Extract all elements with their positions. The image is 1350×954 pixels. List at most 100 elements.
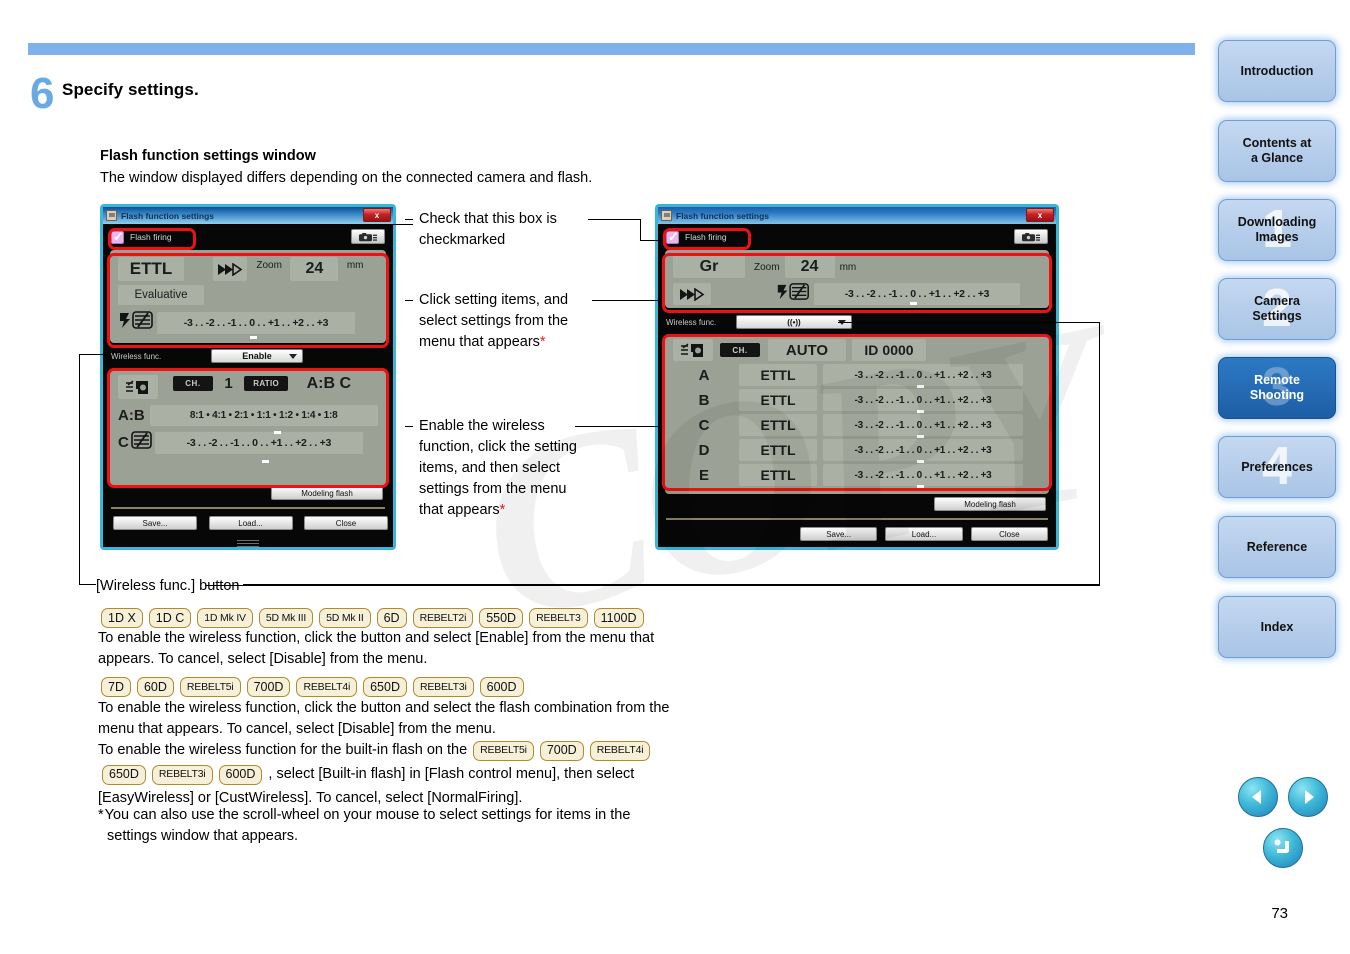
group-row: D ETTL -3 . . -2 . . -1 . . 0 . . +1 . . +… [673,439,1041,463]
camera-model-badge: 600D [479,677,524,697]
camera-model-badge: 700D [539,740,584,761]
group-exposure-scale[interactable]: -3 . . -2 . . -1 . . 0 . . +1 . . +2 . .… [823,439,1023,463]
flash-mode-field-right[interactable]: Gr [673,256,745,278]
metering-field-left[interactable]: Evaluative [118,285,204,305]
previous-page-button[interactable] [1238,777,1278,817]
group-row: A ETTL -3 . . -2 . . -1 . . 0 . . +1 . . +… [673,364,1041,388]
flash-firing-checkbox-right[interactable] [666,229,679,245]
footnote-line-1: You can also use the scroll-wheel on you… [104,807,631,823]
flash-exp-comp-icon [120,311,153,329]
camera-settings-icon-right[interactable] [1014,229,1048,244]
group-mode-field[interactable]: ETTL [739,389,817,411]
flash-window-icon [106,210,117,221]
channel-value-right[interactable]: AUTO [768,339,846,361]
camera-model-badge: REBELT3i [412,677,474,697]
wireless-func-button-left[interactable]: Enable [211,349,303,363]
close-button-right[interactable]: Close [970,527,1048,541]
sidebar-item-introduction[interactable]: Introduction [1218,40,1336,102]
wireless-settings-panel-left[interactable]: CH. 1 RATIO A:B C A:B 8:1 • 4:1 • 2:1 • … [110,368,386,486]
group-exposure-scale[interactable]: -3 . . -2 . . -1 . . 0 . . +1 . . +2 . .… [823,364,1023,388]
group-mode-field[interactable]: ETTL [739,364,817,386]
zoom-value-right[interactable]: 24 [784,256,835,278]
sidebar-item-label: Reference [1246,539,1308,554]
group-mode-field[interactable]: ETTL [739,414,817,436]
group-rows-right: A ETTL -3 . . -2 . . -1 . . 0 . . +1 . . +… [673,364,1041,488]
dialog-title-right: Flash function settings [676,210,770,221]
flash-firing-row-right[interactable]: Flash firing [658,224,1056,250]
sidebar-item-reference[interactable]: Reference [1218,516,1336,578]
modeling-flash-button-left[interactable]: Modeling flash [271,486,383,500]
dialog-buttons-right: Save... Load... Close [800,527,1048,541]
camera-settings-icon-left[interactable] [351,229,385,244]
sidebar-item-index[interactable]: Index [1218,596,1336,658]
close-icon[interactable]: x [363,208,391,222]
camera-model-badge: REBELT5i [179,677,241,697]
sidebar-item-label: Preferences [1241,459,1313,474]
master-flash-icon [126,379,148,394]
scale-marker [917,485,924,488]
sidebar-item-remote-shooting[interactable]: 3 Remote Shooting [1218,357,1336,419]
flash-function-settings-dialog-left[interactable]: Flash function settings x Flash firing E… [100,204,396,550]
flash-firing-checkbox-left[interactable] [111,229,124,245]
modeling-flash-button-right[interactable]: Modeling flash [934,497,1046,511]
group-exposure-scale[interactable]: -3 . . -2 . . -1 . . 0 . . +1 . . +2 . .… [823,414,1023,438]
group-letter: A [698,366,710,384]
group-letter: C [698,416,710,434]
sidebar-item-downloading-images[interactable]: 1 Downloading Images [1218,199,1336,261]
camera-model-badge: 60D [136,677,174,697]
channel-value-left[interactable]: 1 [224,375,232,392]
group-letter: E [698,466,709,484]
shutter-sync-icon-left[interactable] [212,257,247,281]
flash-settings-panel-left[interactable]: ETTL Zoom 24 mm Evaluative -3 . . -2 . .… [110,250,386,343]
close-icon[interactable]: x [1026,208,1054,222]
group-exposure-scale[interactable]: -3 . . -2 . . -1 . . 0 . . +1 . . +2 . .… [823,389,1023,413]
group-exposure-scale[interactable]: -3 . . -2 . . -1 . . 0 . . +1 . . +2 . .… [823,464,1023,488]
wireless-func-button-right[interactable]: ((•)) [736,315,852,329]
shutter-sync-icon-right[interactable] [673,283,711,305]
body-text-2: To enable the wireless function, click t… [98,698,669,740]
save-button-left[interactable]: Save... [113,516,197,530]
zoom-value-left[interactable]: 24 [290,257,339,281]
chevron-down-icon [289,354,297,359]
sidebar-item-contents-at-a-glance[interactable]: Contents at a Glance [1218,120,1336,182]
load-button-left[interactable]: Load... [208,516,293,530]
sidebar-item-label: Index [1260,619,1294,634]
wireless-func-row-left[interactable]: Wireless func. Enable [103,348,393,365]
resize-grip-left[interactable] [237,540,259,547]
flash-settings-panel-right[interactable]: Gr Zoom 24 mm -3 . . -2 . . -1 . . 0 . .… [665,250,1049,308]
flash-exposure-scale-right[interactable]: -3 . . -2 . . -1 . . 0 . . +1 . . +2 . .… [814,283,1020,305]
next-page-button[interactable] [1288,777,1328,817]
flash-function-settings-dialog-right[interactable]: Flash function settings x Flash firing G… [655,204,1059,550]
flash-exposure-scale-left[interactable]: -3 . . -2 . . -1 . . 0 . . +1 . . +2 . .… [157,311,355,334]
divider-left [111,507,385,509]
save-button-right[interactable]: Save... [800,527,878,541]
sidebar-item-preferences[interactable]: 4 Preferences [1218,436,1336,498]
body-text-2-line-1: To enable the wireless function, click t… [98,700,670,716]
exp-scale-marker-right [910,302,917,305]
wireless-groups-panel-right[interactable]: CH. AUTO ID 0000 A ETTL -3 . . -2 . . -1 .… [665,334,1049,494]
ratio-label-left: RATIO [244,376,289,391]
wireless-master-icon-left[interactable] [118,375,158,399]
sidebar-item-camera-settings[interactable]: 2 Camera Settings [1218,278,1336,340]
load-button-right[interactable]: Load... [885,527,963,541]
close-button-left[interactable]: Close [304,516,388,530]
dialog-buttons-left: Save... Load... Close [113,516,388,530]
section-heading: Flash function settings window [100,148,316,164]
leader-wireless-dash [405,426,413,427]
c-group-scale-left[interactable]: -3 . . -2 . . -1 . . 0 . . +1 . . +2 . .… [154,431,363,454]
group-mode-field[interactable]: ETTL [739,464,817,486]
divider-right [666,518,1048,520]
wireless-id-value: 0000 [882,342,914,358]
back-button[interactable] [1263,828,1303,868]
group-combination-left[interactable]: A:B C [307,375,351,392]
wireless-id-field-right[interactable]: ID 0000 [852,339,926,361]
flash-firing-row-left[interactable]: Flash firing [103,224,393,250]
flash-mode-field-left[interactable]: ETTL [118,257,184,281]
wireless-master-icon-right[interactable] [673,339,713,361]
sidebar-item-label: Camera Settings [1252,294,1302,323]
group-mode-field[interactable]: ETTL [739,439,817,461]
return-arrow-icon [1274,839,1289,853]
channel-label-left: CH. [172,376,213,391]
ab-ratio-scale-left[interactable]: 8:1 • 4:1 • 2:1 • 1:1 • 1:2 • 1:4 • 1:8 [149,405,378,426]
zoom-unit-left: mm [346,260,364,271]
